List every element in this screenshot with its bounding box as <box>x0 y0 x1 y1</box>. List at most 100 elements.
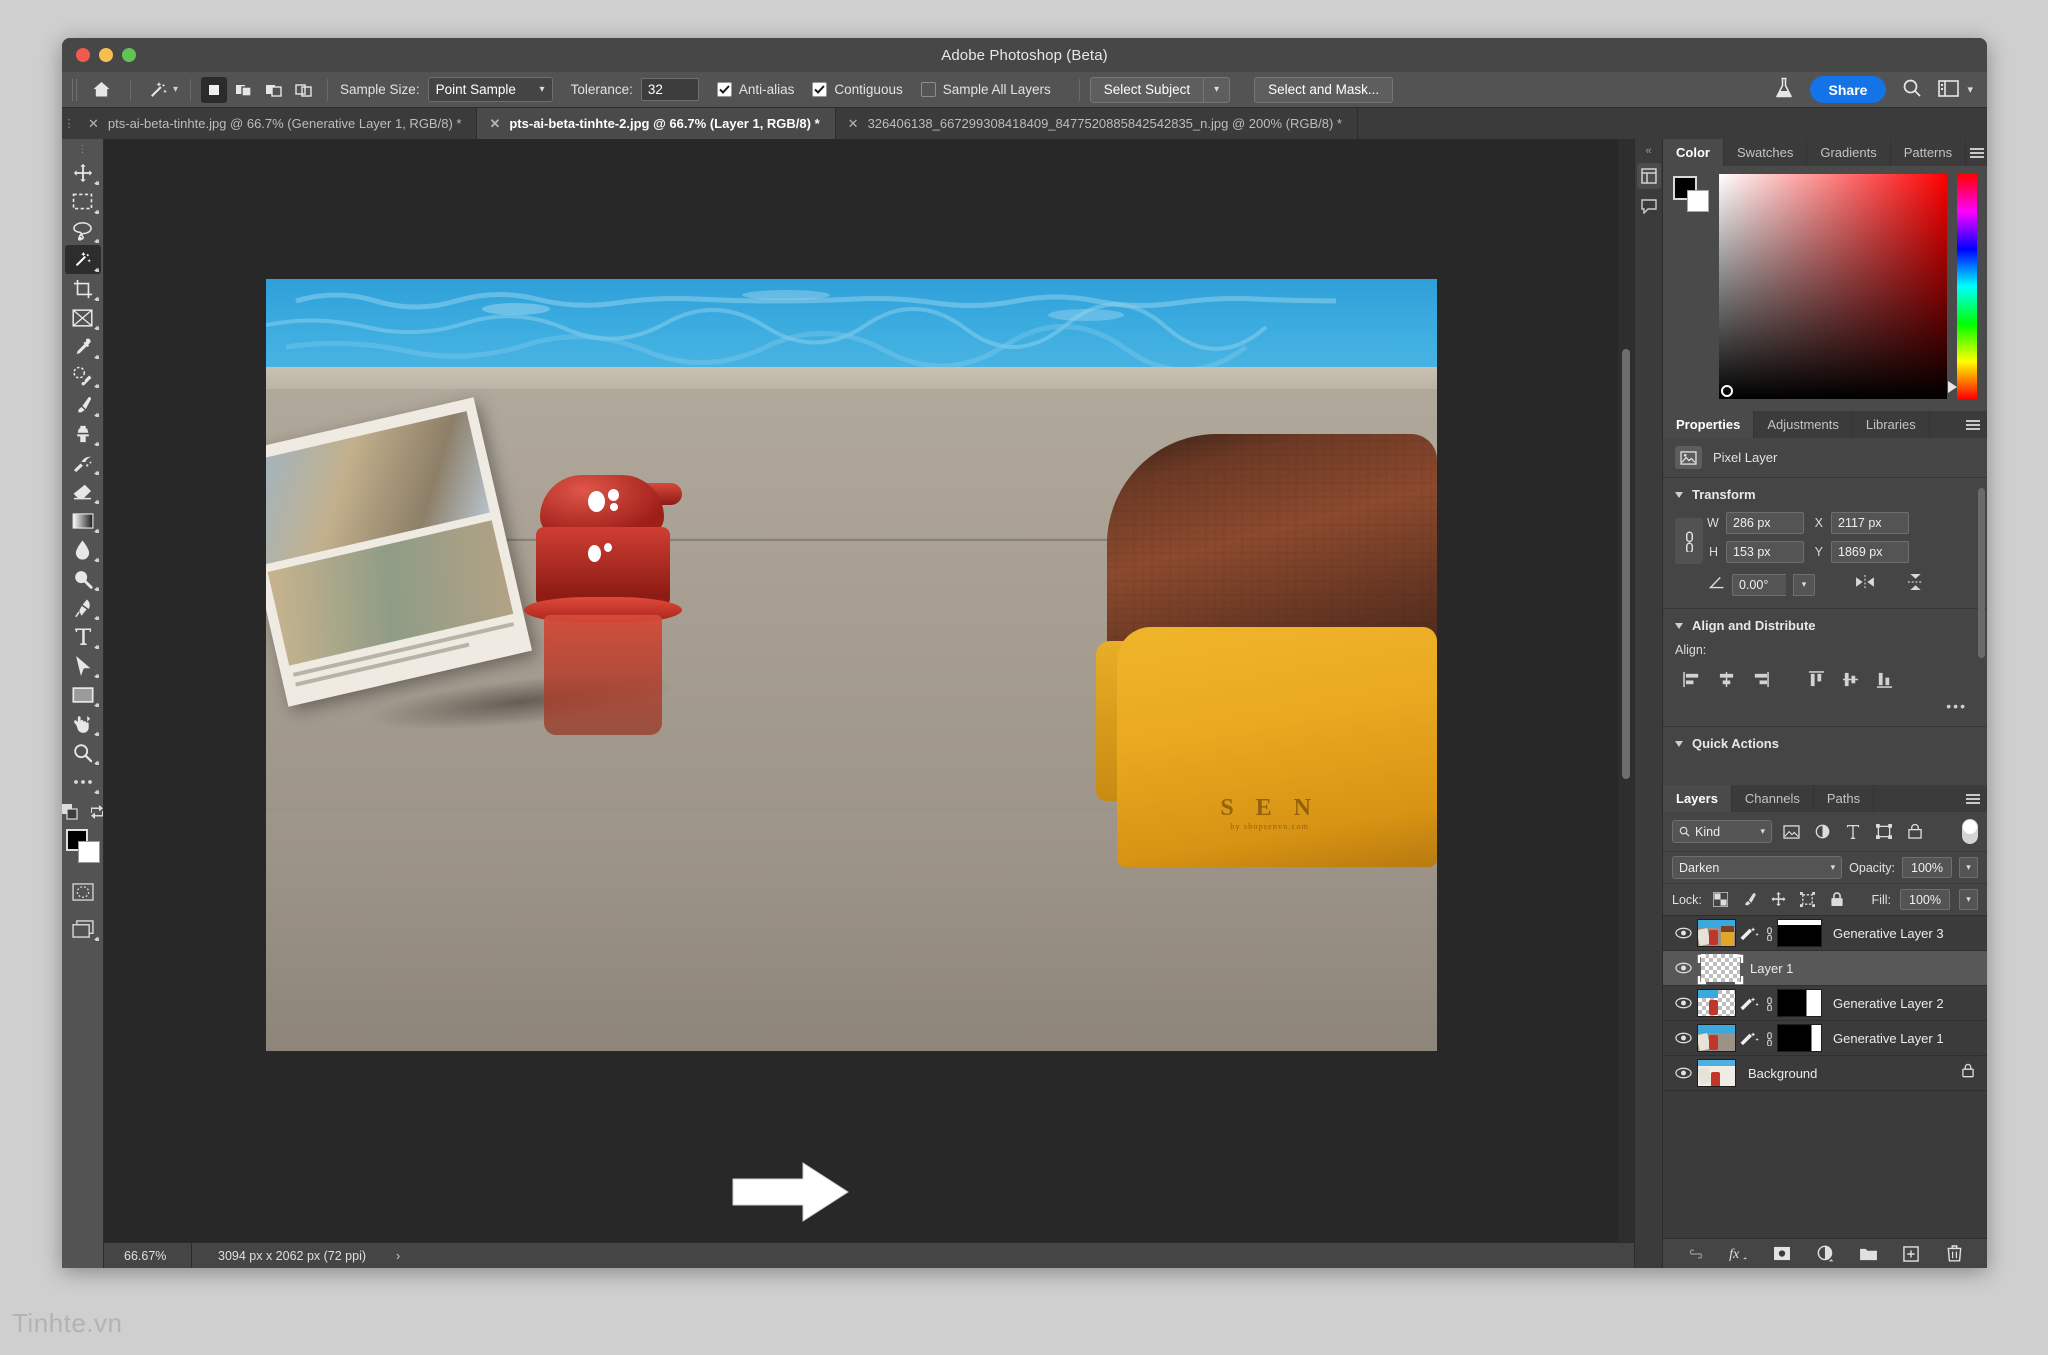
intersect-selection-button[interactable] <box>291 77 317 103</box>
filter-shape-icon[interactable] <box>1872 821 1896 843</box>
sidebar-item-clone-stamp-tool[interactable] <box>65 419 101 448</box>
sidebar-item-dodge-tool[interactable] <box>65 564 101 593</box>
chevron-right-icon[interactable]: › <box>396 1249 400 1263</box>
screen-mode-icon[interactable] <box>65 914 101 943</box>
align-top-edges-icon[interactable] <box>1799 666 1833 692</box>
lock-image-pixels-icon[interactable] <box>1740 890 1760 910</box>
saturation-value-picker[interactable] <box>1719 174 1947 399</box>
select-subject-button[interactable]: Select Subject <box>1089 76 1205 103</box>
sidebar-item-object-selection-tool[interactable] <box>64 245 101 274</box>
sidebar-item-crop-tool[interactable] <box>65 274 101 303</box>
flask-icon[interactable] <box>1774 77 1794 102</box>
select-and-mask-button[interactable]: Select and Mask... <box>1254 76 1394 103</box>
tab-properties[interactable]: Properties <box>1663 411 1755 438</box>
flip-vertical-icon[interactable] <box>1907 573 1924 596</box>
height-input[interactable]: 153 px <box>1726 541 1804 563</box>
sample-all-layers-checkbox[interactable]: Sample All Layers <box>920 82 1051 97</box>
align-vertical-centers-icon[interactable] <box>1833 666 1867 692</box>
canvas-area[interactable]: S E N by shopsenvn.com 66.67% 3094 px x … <box>104 139 1634 1268</box>
filter-adjustment-icon[interactable] <box>1810 821 1834 843</box>
filter-type-icon[interactable] <box>1841 821 1865 843</box>
hue-slider[interactable] <box>1948 174 1977 399</box>
lock-artboard-nesting-icon[interactable] <box>1798 890 1818 910</box>
sidebar-item-zoom-tool[interactable] <box>65 738 101 767</box>
properties-panel-scrollbar[interactable] <box>1978 488 1985 658</box>
sidebar-item-healing-brush-tool[interactable] <box>65 361 101 390</box>
layer-visibility-icon[interactable] <box>1669 927 1697 939</box>
layer-row[interactable]: Generative Layer 2 <box>1663 986 1987 1021</box>
filter-enable-toggle[interactable] <box>1962 819 1978 844</box>
minimize-button[interactable] <box>99 48 113 62</box>
options-bar-grip[interactable] <box>72 78 80 101</box>
tab-libraries[interactable]: Libraries <box>1853 411 1930 438</box>
fill-chevron-down-icon[interactable]: ▾ <box>1959 889 1978 910</box>
layer-visibility-icon[interactable] <box>1669 997 1697 1009</box>
anti-alias-checkbox[interactable]: Anti-alias <box>716 82 794 97</box>
panel-menu-icon[interactable] <box>1966 139 1987 166</box>
width-input[interactable]: 286 px <box>1726 512 1804 534</box>
new-selection-button[interactable] <box>201 76 228 103</box>
tab-adjustments[interactable]: Adjustments <box>1754 411 1853 438</box>
lock-transparent-pixels-icon[interactable] <box>1711 890 1731 910</box>
properties-dock-icon[interactable] <box>1636 163 1661 189</box>
close-icon[interactable]: ✕ <box>88 116 99 132</box>
share-button[interactable]: Share <box>1809 76 1887 103</box>
color-panel-swatches[interactable] <box>1673 176 1709 212</box>
add-layer-mask-icon[interactable] <box>1772 1244 1792 1264</box>
document-tab-2[interactable]: ✕ pts-ai-beta-tinhte-2.jpg @ 66.7% (Laye… <box>477 108 836 139</box>
sidebar-item-eraser-tool[interactable] <box>65 477 101 506</box>
fill-input[interactable]: 100% <box>1900 889 1950 910</box>
chevron-down-icon[interactable] <box>1675 491 1683 498</box>
canvas-vertical-scrollbar[interactable] <box>1618 139 1634 1250</box>
tab-bar-grip[interactable]: ⋮ <box>62 108 76 139</box>
subtract-from-selection-button[interactable] <box>261 77 287 103</box>
rotation-angle-input[interactable]: 0.00° <box>1732 573 1786 596</box>
close-icon[interactable]: ✕ <box>489 116 500 132</box>
document-tab-3[interactable]: ✕ 326406138_667299308418409_847752088584… <box>835 108 1358 139</box>
sidebar-item-hand-tool[interactable] <box>65 709 101 738</box>
default-colors-icon[interactable] <box>62 804 78 825</box>
layer-thumbnail[interactable] <box>1697 1024 1736 1052</box>
chevron-down-icon[interactable] <box>1675 622 1683 629</box>
home-icon[interactable] <box>86 77 116 103</box>
layer-filter-kind-select[interactable]: Kind ▾ <box>1672 820 1772 843</box>
align-right-edges-icon[interactable] <box>1743 666 1777 692</box>
layer-thumbnail[interactable] <box>1697 1059 1736 1087</box>
blend-mode-select[interactable]: Darken ▾ <box>1672 856 1843 879</box>
align-section-title[interactable]: Align and Distribute <box>1675 618 1975 633</box>
background-color-swatch[interactable] <box>77 841 100 863</box>
sample-size-select[interactable]: Point Sample ▾ <box>427 77 553 102</box>
tools-panel-grip[interactable]: ⋮ <box>78 144 88 158</box>
align-horizontal-centers-icon[interactable] <box>1709 666 1743 692</box>
search-icon[interactable] <box>1902 78 1922 101</box>
tolerance-input[interactable]: 32 <box>640 78 699 101</box>
layer-thumbnail[interactable] <box>1697 989 1736 1017</box>
tab-layers[interactable]: Layers <box>1663 785 1732 812</box>
sidebar-item-frame-tool[interactable] <box>65 303 101 332</box>
close-button[interactable] <box>76 48 90 62</box>
tab-channels[interactable]: Channels <box>1732 785 1814 812</box>
collapse-chevrons-icon[interactable]: « <box>1645 145 1651 157</box>
tab-paths[interactable]: Paths <box>1814 785 1875 812</box>
chevron-down-icon[interactable] <box>1675 740 1683 747</box>
maximize-button[interactable] <box>122 48 136 62</box>
foreground-background-color-swatches[interactable] <box>65 829 100 863</box>
mask-link-icon[interactable] <box>1762 996 1777 1011</box>
panel-menu-icon[interactable] <box>1959 411 1987 438</box>
sidebar-item-edit-toolbar[interactable] <box>65 767 101 796</box>
new-fill-adjustment-layer-icon[interactable] <box>1815 1244 1835 1264</box>
align-left-edges-icon[interactable] <box>1675 666 1709 692</box>
flip-horizontal-icon[interactable] <box>1855 574 1875 595</box>
close-icon[interactable]: ✕ <box>848 116 859 132</box>
tab-color[interactable]: Color <box>1663 139 1724 166</box>
workspace-icon[interactable] <box>1938 79 1960 100</box>
sidebar-item-brush-tool[interactable] <box>65 390 101 419</box>
sidebar-item-blur-tool[interactable] <box>65 535 101 564</box>
new-group-icon[interactable] <box>1858 1244 1878 1264</box>
new-layer-icon[interactable] <box>1901 1244 1921 1264</box>
document-tab-1[interactable]: ✕ pts-ai-beta-tinhte.jpg @ 66.7% (Genera… <box>76 108 478 139</box>
layer-visibility-icon[interactable] <box>1669 962 1697 974</box>
sidebar-item-lasso-tool[interactable] <box>65 216 101 245</box>
sidebar-item-move-tool[interactable] <box>65 158 101 187</box>
layer-row[interactable]: Generative Layer 1 <box>1663 1021 1987 1056</box>
